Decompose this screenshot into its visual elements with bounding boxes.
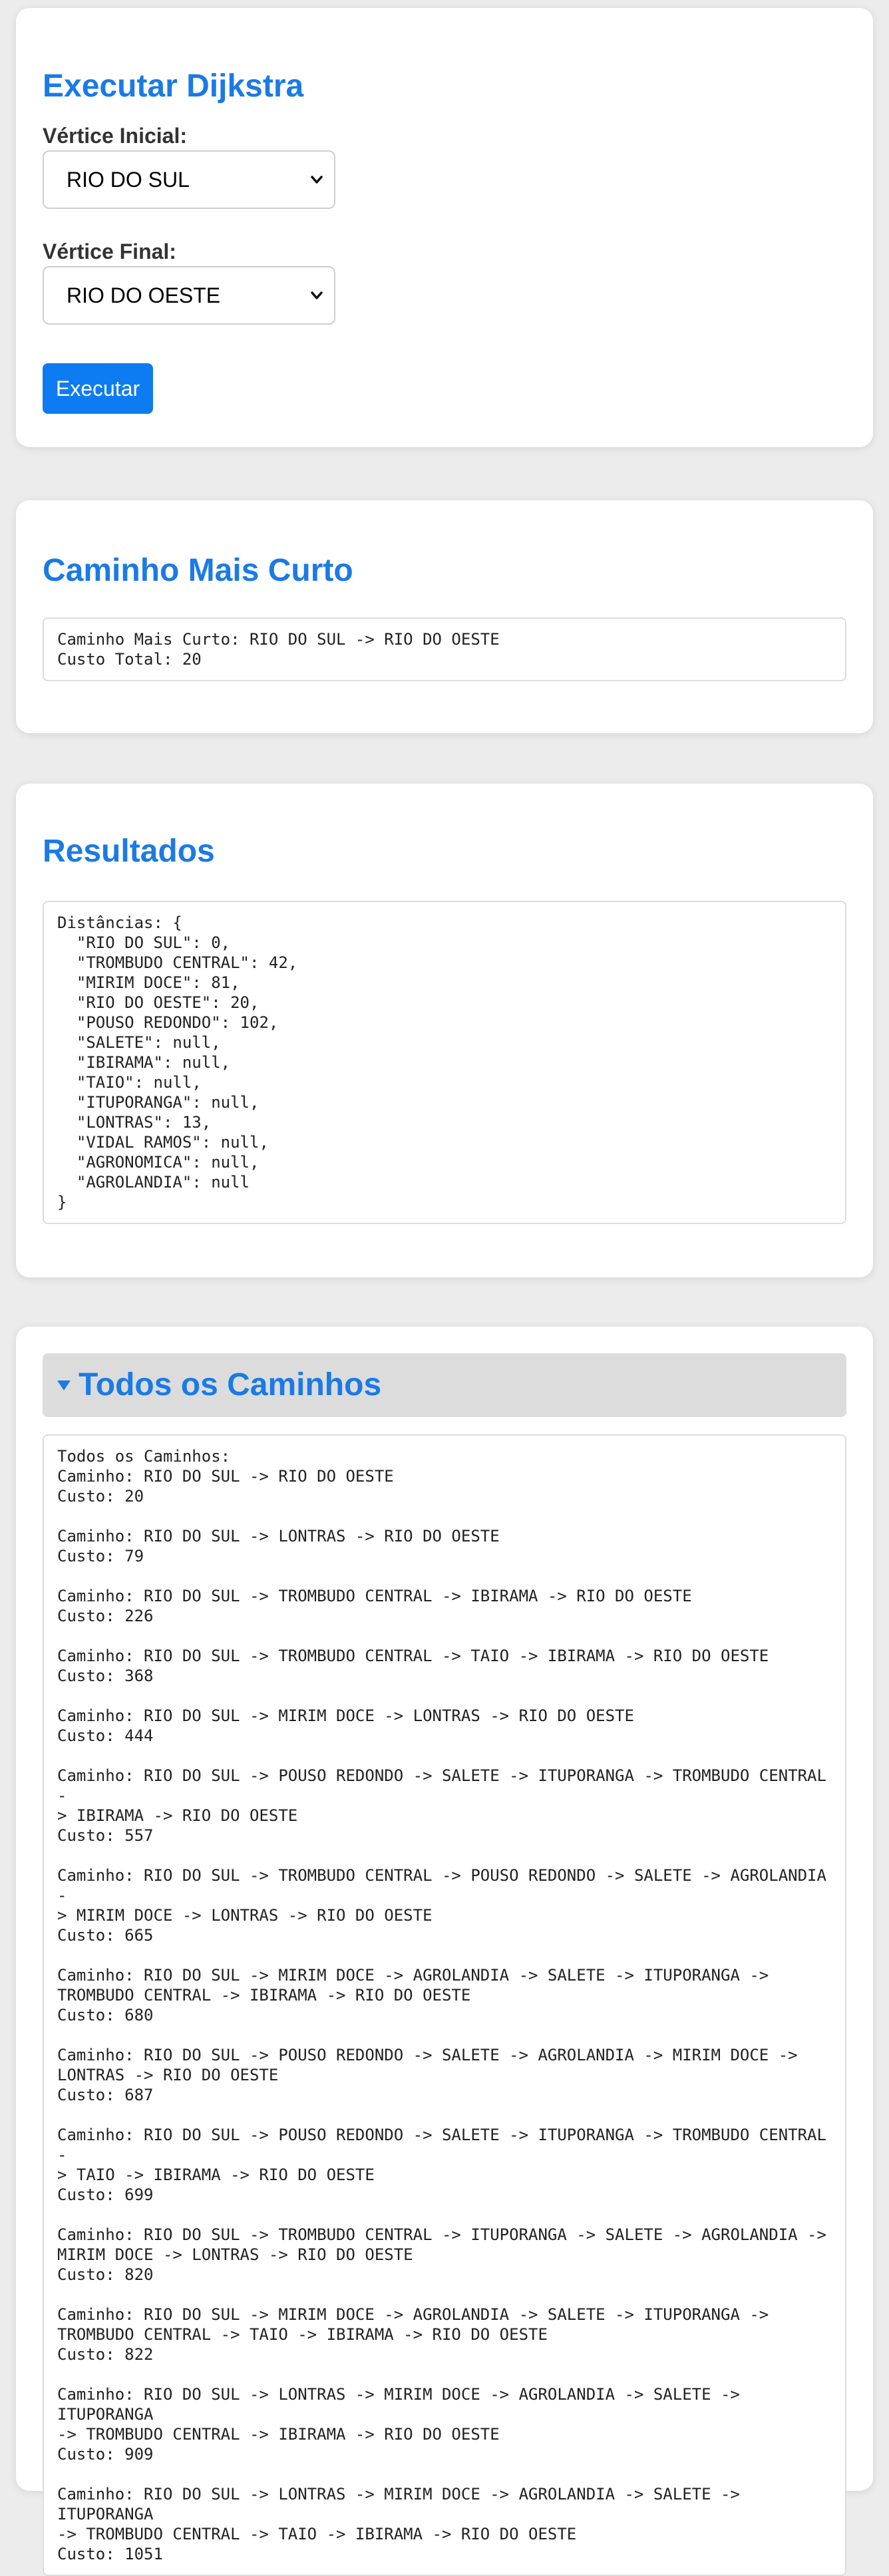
start-vertex-label: Vértice Inicial: xyxy=(43,124,187,148)
chevron-down-icon xyxy=(311,291,323,299)
all-paths-toggle[interactable]: Todos os Caminhos xyxy=(43,1353,846,1417)
all-paths-card: Todos os Caminhos Todos os Caminhos: Cam… xyxy=(16,1327,873,2576)
all-paths-text: Todos os Caminhos: Caminho: RIO DO SUL -… xyxy=(57,1447,826,2563)
execute-button[interactable]: Executar xyxy=(43,363,153,414)
triangle-down-icon xyxy=(57,1380,71,1390)
results-title: Resultados xyxy=(43,834,215,869)
end-vertex-select[interactable]: RIO DO OESTE xyxy=(43,266,335,325)
start-vertex-value: RIO DO SUL xyxy=(67,168,190,192)
form-title: Executar Dijkstra xyxy=(43,69,304,104)
results-output: Distâncias: { "RIO DO SUL": 0, "TROMBUDO… xyxy=(43,901,846,1224)
results-card: Resultados Distâncias: { "RIO DO SUL": 0… xyxy=(16,784,873,1277)
chevron-down-icon xyxy=(311,176,323,184)
shortest-path-output: Caminho Mais Curto: RIO DO SUL -> RIO DO… xyxy=(43,617,846,681)
shortest-path-title: Caminho Mais Curto xyxy=(43,553,353,588)
dijkstra-form-card: Executar Dijkstra Vértice Inicial: RIO D… xyxy=(16,8,873,447)
shortest-path-text: Caminho Mais Curto: RIO DO SUL -> RIO DO… xyxy=(57,630,500,669)
all-paths-title: Todos os Caminhos xyxy=(79,1367,382,1402)
end-vertex-label: Vértice Final: xyxy=(43,240,176,263)
distances-text: Distâncias: { "RIO DO SUL": 0, "TROMBUDO… xyxy=(57,913,298,1211)
end-vertex-value: RIO DO OESTE xyxy=(67,283,221,307)
all-paths-output: Todos os Caminhos: Caminho: RIO DO SUL -… xyxy=(43,1434,846,2576)
start-vertex-select[interactable]: RIO DO SUL xyxy=(43,150,335,209)
shortest-path-card: Caminho Mais Curto Caminho Mais Curto: R… xyxy=(16,500,873,733)
